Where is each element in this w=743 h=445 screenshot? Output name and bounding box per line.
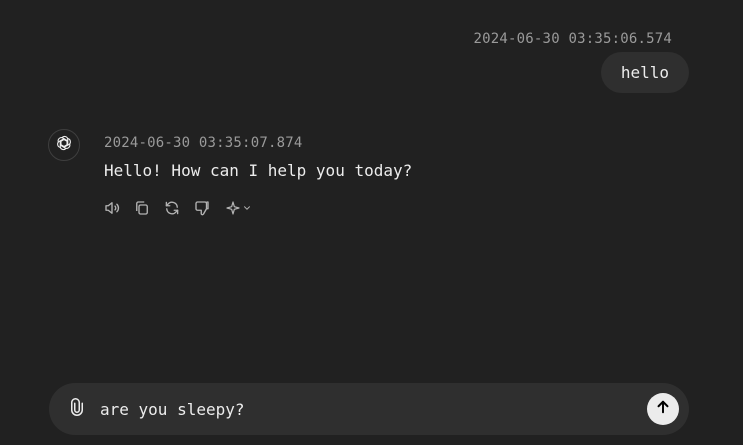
assistant-avatar <box>48 129 80 161</box>
bad-response-button[interactable] <box>192 197 212 219</box>
user-message-timestamp: 2024-06-30 03:35:06.574 <box>473 31 672 47</box>
regenerate-button[interactable] <box>162 197 182 219</box>
change-model-button[interactable] <box>222 197 254 219</box>
speaker-icon <box>103 199 121 217</box>
refresh-icon <box>163 199 181 217</box>
message-input[interactable] <box>100 395 620 423</box>
paperclip-icon <box>68 397 86 421</box>
copy-icon <box>133 199 151 217</box>
assistant-message-timestamp: 2024-06-30 03:35:07.874 <box>104 135 303 151</box>
assistant-message-text: Hello! How can I help you today? <box>104 161 413 180</box>
message-actions <box>102 197 254 219</box>
attach-file-button[interactable] <box>67 398 87 420</box>
read-aloud-button[interactable] <box>102 197 122 219</box>
arrow-up-icon <box>654 398 672 420</box>
message-composer <box>49 383 689 435</box>
chevron-down-icon <box>242 203 252 213</box>
chat-page: 2024-06-30 03:35:06.574 hello 2024-06-30… <box>0 0 743 445</box>
copy-button[interactable] <box>132 197 152 219</box>
sparkle-icon <box>225 200 241 216</box>
send-button[interactable] <box>647 393 679 425</box>
openai-logo-icon <box>55 134 73 156</box>
thumbs-down-icon <box>193 199 211 217</box>
user-message-bubble: hello <box>600 52 689 93</box>
